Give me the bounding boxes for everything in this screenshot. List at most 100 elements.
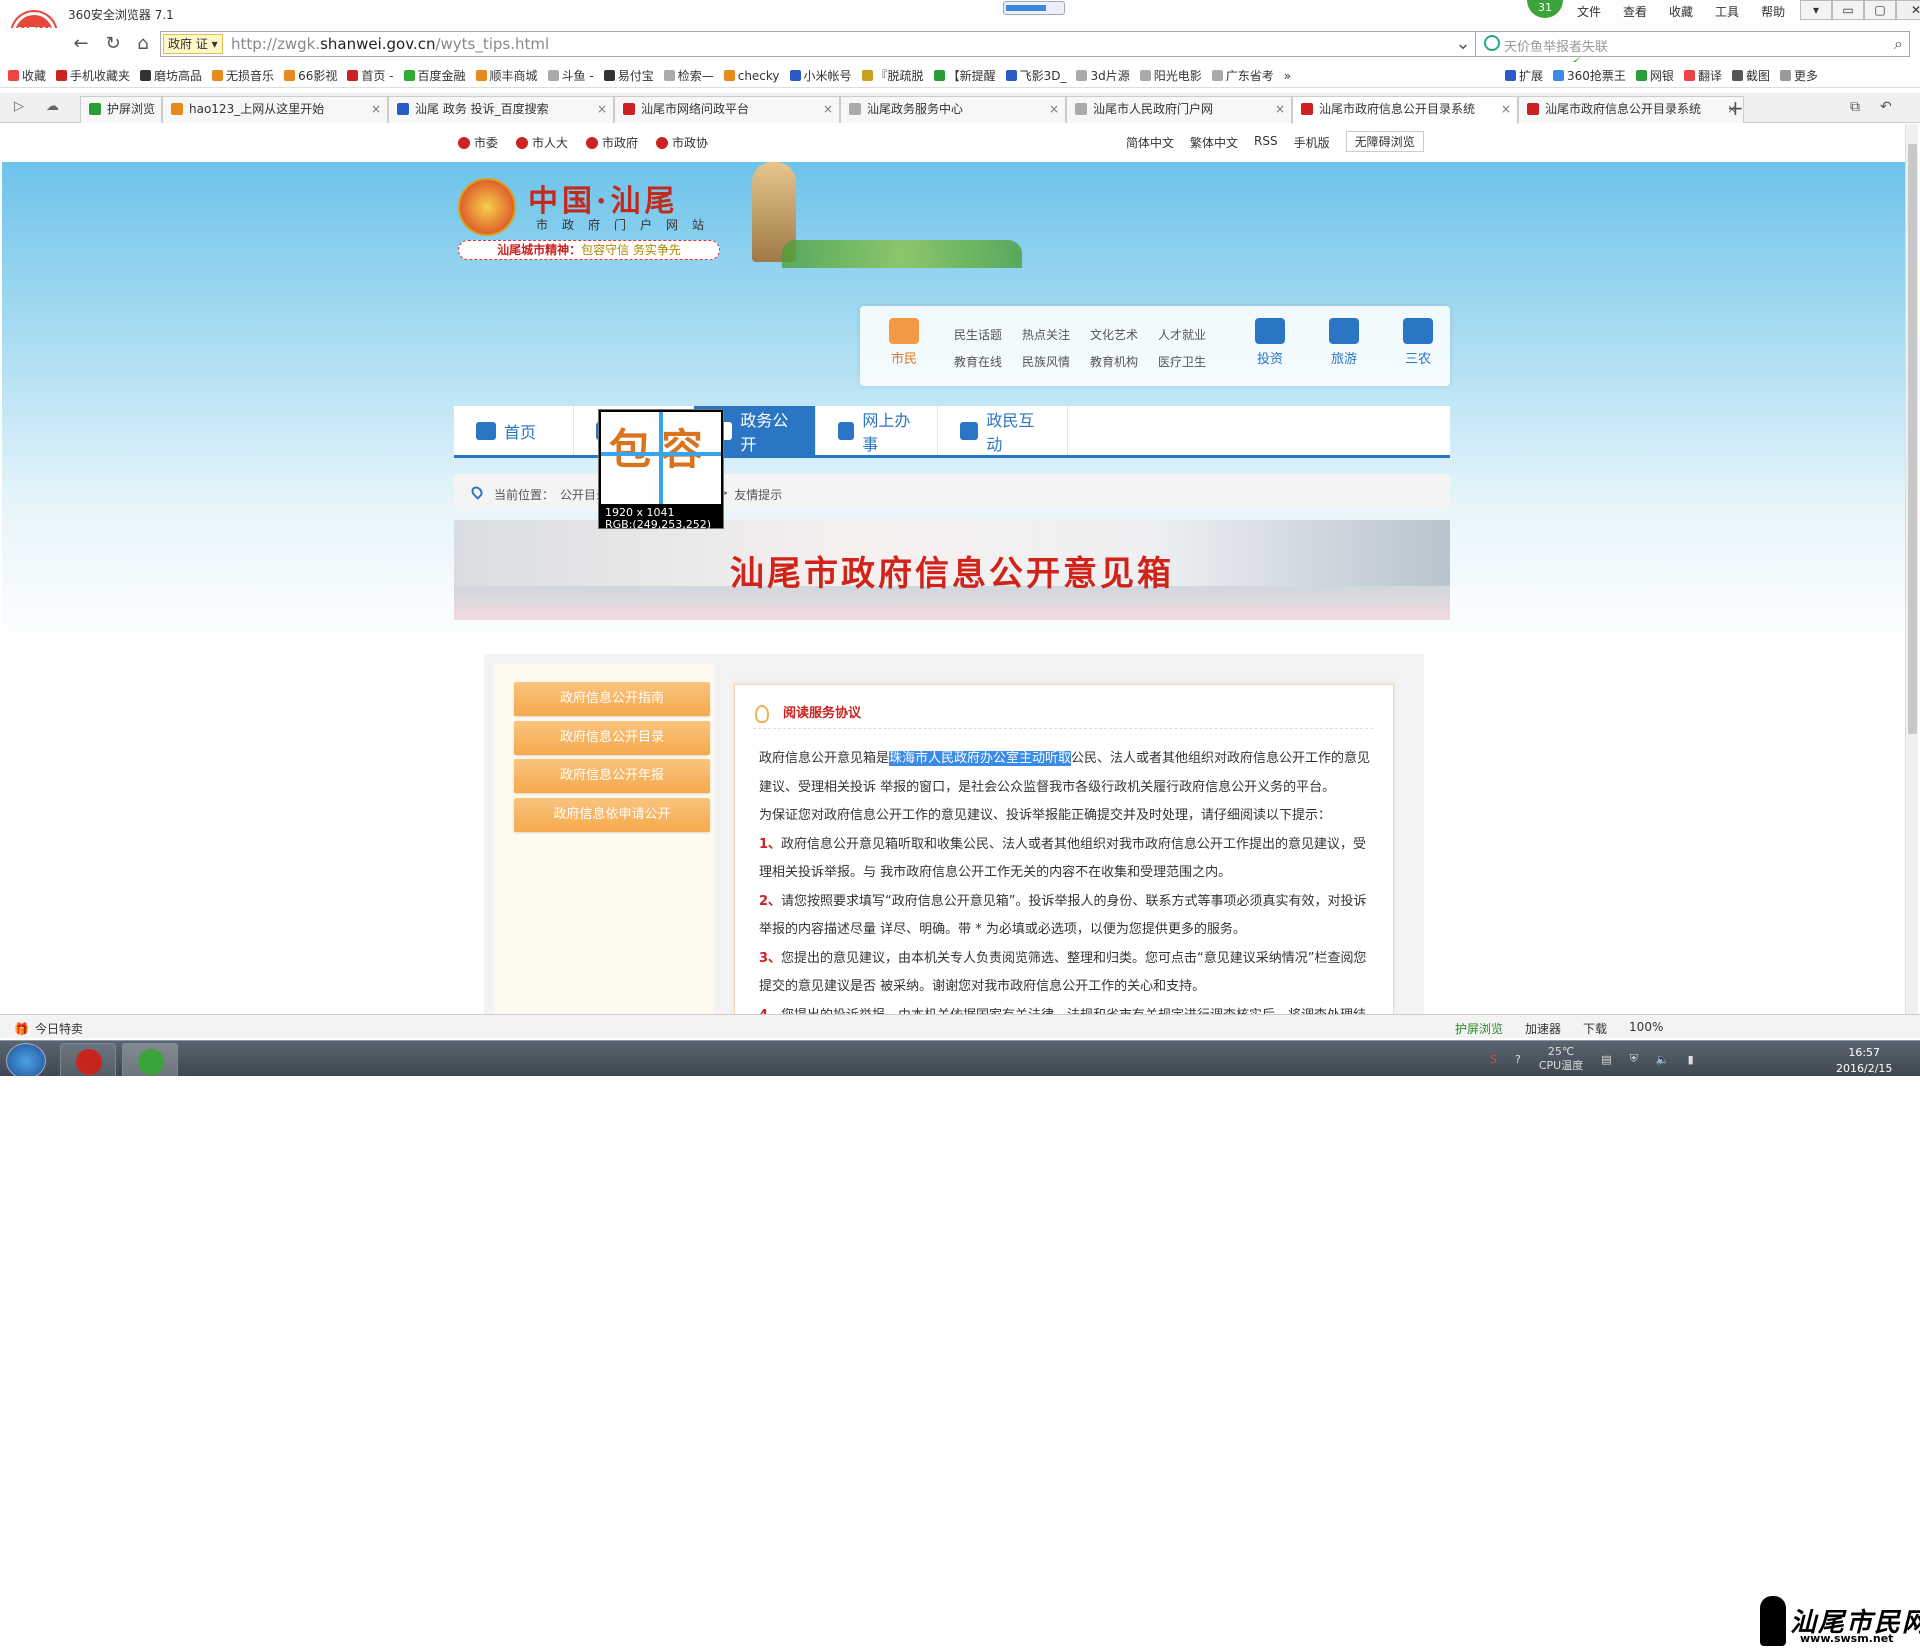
toolbar-extension[interactable]: 更多 bbox=[1779, 67, 1818, 84]
bookmark-item[interactable]: 『脱疏脱 bbox=[861, 67, 924, 84]
bookmark-item[interactable]: 广东省考 bbox=[1211, 67, 1274, 84]
bookmark-item[interactable]: 3d片源 bbox=[1076, 67, 1130, 84]
bookmark-item[interactable]: » bbox=[1284, 67, 1291, 84]
window-control-2[interactable]: ▢ bbox=[1864, 0, 1896, 20]
barrier-free-button[interactable]: 无障碍浏览 bbox=[1345, 131, 1424, 152]
toolbar-extension[interactable]: 360抢票王 bbox=[1553, 67, 1626, 84]
status-item[interactable]: 下载 bbox=[1583, 1020, 1607, 1037]
signal-icon[interactable]: ▮ bbox=[1688, 1053, 1694, 1066]
top-right-link[interactable]: 繁体中文 bbox=[1190, 134, 1238, 152]
cpu-temp[interactable]: 25℃ CPU温度 bbox=[1539, 1045, 1583, 1073]
sidebar-button[interactable]: 政府信息公开目录 bbox=[514, 720, 710, 755]
bookmark-item[interactable]: 检索— bbox=[663, 67, 714, 84]
search-icon[interactable]: ⌕ bbox=[1894, 34, 1903, 54]
menu-item[interactable]: 查看 bbox=[1623, 3, 1647, 20]
category-link[interactable]: 文化艺术 bbox=[1090, 326, 1158, 343]
browser-tab[interactable]: 汕尾市政府信息公开目录系统 × bbox=[1518, 96, 1744, 123]
back-icon[interactable]: ← bbox=[68, 31, 94, 57]
taskbar-360-browser[interactable] bbox=[122, 1043, 178, 1076]
selected-text[interactable]: 珠海市人民政府办公室主动听取 bbox=[889, 751, 1072, 766]
nav-item-0[interactable]: 首页 bbox=[454, 406, 574, 455]
search-input[interactable]: 天价鱼举报者失联 bbox=[1504, 36, 1608, 55]
category-link[interactable]: 医疗卫生 bbox=[1158, 353, 1226, 370]
nav-item-4[interactable]: 政民互动 bbox=[938, 406, 1068, 455]
gov-cert-badge[interactable]: 政府 证 ▾ bbox=[163, 34, 223, 54]
category-link[interactable]: 热点关注 bbox=[1022, 326, 1090, 343]
help-icon[interactable]: ? bbox=[1515, 1053, 1521, 1066]
toolbar-extension[interactable]: 网银 bbox=[1635, 67, 1674, 84]
browser-tab[interactable]: 汕尾政务服务中心 × bbox=[840, 96, 1066, 123]
bookmark-item[interactable]: 顺丰商城 bbox=[475, 67, 538, 84]
tab-close-icon[interactable]: × bbox=[597, 97, 607, 122]
top-right-link[interactable]: 简体中文 bbox=[1126, 134, 1174, 152]
category-link[interactable]: 民族风情 bbox=[1022, 353, 1090, 370]
new-tab-button[interactable]: + bbox=[1727, 96, 1744, 120]
browser-tab[interactable]: 汕尾市网络问政平台 × bbox=[614, 96, 840, 123]
bookmark-item[interactable]: 首页 - bbox=[347, 67, 394, 84]
site-name[interactable]: 中国·汕尾 bbox=[528, 176, 678, 220]
search-engine-icon[interactable] bbox=[1484, 35, 1500, 51]
window-control-3[interactable]: ✕ bbox=[1896, 0, 1920, 20]
home-icon[interactable]: ⌂ bbox=[130, 31, 156, 57]
category-2[interactable]: 三农 bbox=[1388, 318, 1448, 367]
sidebar-button[interactable]: 政府信息公开年报 bbox=[514, 759, 710, 793]
toolbar-extension[interactable]: 截图 bbox=[1731, 67, 1770, 84]
start-button[interactable] bbox=[6, 1043, 46, 1076]
nav-item-3[interactable]: 网上办事 bbox=[816, 406, 938, 455]
browser-tab[interactable]: 汕尾市人民政府门户网 × bbox=[1066, 96, 1292, 123]
top-link[interactable]: 市人大 bbox=[516, 134, 568, 151]
top-link[interactable]: 市委 bbox=[458, 134, 498, 151]
cloud-icon[interactable]: ☁ bbox=[46, 99, 59, 114]
category-link[interactable]: 人才就业 bbox=[1158, 326, 1226, 343]
toolbar-extension[interactable]: 扩展 bbox=[1505, 67, 1543, 84]
bookmark-item[interactable]: 百度金融 bbox=[403, 67, 466, 84]
shield-icon[interactable]: ⛨ bbox=[1630, 1052, 1638, 1066]
network-icon[interactable]: ▤ bbox=[1601, 1053, 1611, 1066]
status-item[interactable]: 加速器 bbox=[1525, 1020, 1561, 1037]
bookmark-item[interactable]: 易付宝 bbox=[603, 67, 654, 84]
bookmark-item[interactable]: 磨坊高品 bbox=[140, 67, 202, 84]
calendar-badge[interactable]: 31 bbox=[1527, 0, 1563, 18]
bookmark-item[interactable]: 无损音乐 bbox=[212, 67, 274, 84]
url-text[interactable]: http://zwgk.shanwei.gov.cn/wyts_tips.htm… bbox=[231, 35, 549, 53]
restore-tabs-icon[interactable]: ⧉ bbox=[1850, 99, 1860, 115]
dropdown-icon[interactable]: ⌄ bbox=[1450, 31, 1476, 57]
menu-item[interactable]: 文件 bbox=[1577, 3, 1601, 20]
tab-close-icon[interactable]: × bbox=[1049, 97, 1059, 122]
top-right-link[interactable]: RSS bbox=[1254, 134, 1278, 152]
window-control-0[interactable]: ▾ bbox=[1800, 0, 1832, 20]
bookmark-item[interactable]: 收藏 bbox=[8, 67, 46, 84]
window-control-1[interactable]: ▭ bbox=[1832, 0, 1864, 20]
clock[interactable]: 16:57 2016/2/15 bbox=[1836, 1045, 1892, 1076]
sidebar-button[interactable]: 政府信息公开指南 bbox=[514, 682, 710, 716]
top-link[interactable]: 市政府 bbox=[586, 134, 638, 151]
bookmark-item[interactable]: 【新提醒 bbox=[933, 67, 996, 84]
refresh-icon[interactable]: ↻ bbox=[100, 31, 126, 57]
category-citizen[interactable]: 市民 bbox=[874, 318, 934, 367]
toolbar-extension[interactable]: 翻译 bbox=[1683, 67, 1722, 84]
status-item[interactable]: 护屏浏览 bbox=[1455, 1020, 1503, 1037]
undo-close-icon[interactable]: ↶ bbox=[1880, 99, 1892, 115]
bookmark-item[interactable]: 斗鱼 - bbox=[547, 67, 594, 84]
category-1[interactable]: 旅游 bbox=[1314, 318, 1374, 367]
status-left[interactable]: 🎁 今日特卖 bbox=[14, 1020, 83, 1037]
bookmark-item[interactable]: 66影视 bbox=[284, 67, 337, 84]
scroll-thumb[interactable] bbox=[1908, 144, 1917, 734]
breadcrumb-item[interactable]: 友情提示 bbox=[734, 486, 782, 510]
top-link[interactable]: 市政协 bbox=[656, 134, 708, 151]
search-box[interactable]: 天价鱼举报者失联 ⌕ bbox=[1475, 31, 1910, 57]
menu-item[interactable]: 工具 bbox=[1715, 3, 1739, 20]
browser-tab[interactable]: 汕尾市政府信息公开目录系统 × bbox=[1292, 96, 1518, 124]
browser-tab[interactable]: hao123_上网从这里开始 × bbox=[162, 96, 388, 123]
sidebar-button[interactable]: 政府信息依申请公开 bbox=[514, 797, 710, 832]
volume-icon[interactable]: 🔈 bbox=[1656, 1053, 1670, 1066]
browser-tab[interactable]: 护屏浏览 bbox=[80, 96, 162, 123]
sidebar-toggle-icon[interactable]: ▷ bbox=[14, 99, 24, 114]
ime-icon[interactable]: S bbox=[1490, 1053, 1497, 1066]
tab-close-icon[interactable]: × bbox=[371, 97, 381, 122]
bookmark-item[interactable]: checky bbox=[723, 67, 780, 84]
browser-tab[interactable]: 汕尾 政务 投诉_百度搜索 × bbox=[388, 96, 614, 123]
tab-close-icon[interactable]: × bbox=[1501, 97, 1511, 122]
menu-item[interactable]: 帮助 bbox=[1761, 3, 1785, 20]
category-0[interactable]: 投资 bbox=[1240, 318, 1300, 367]
